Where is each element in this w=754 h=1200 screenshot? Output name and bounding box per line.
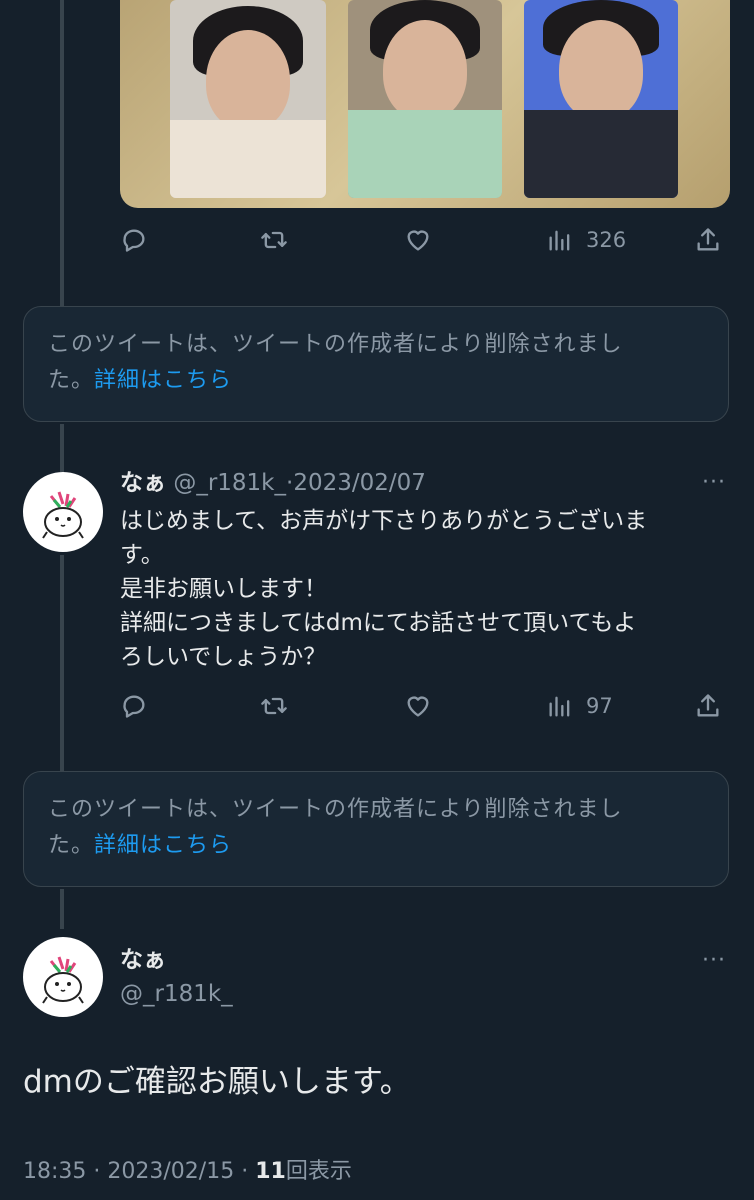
reply-icon: [123, 229, 145, 252]
share-icon: [697, 228, 719, 251]
username[interactable]: @_r181k_: [173, 470, 286, 496]
tweet-text: はじめまして、お声がけ下さりありがとうございま す。 是非お願いします！ 詳細に…: [120, 504, 730, 674]
reply-icon: [123, 695, 145, 718]
tweet-actions: 97: [120, 686, 730, 726]
display-name[interactable]: なぁ: [120, 470, 166, 496]
reply-button[interactable]: [120, 220, 148, 260]
thread-line: [60, 424, 64, 472]
retweet-icon: [261, 697, 287, 715]
deleted-tweet-notice: このツイートは、ツイートの作成者により削除されまし た。詳細はこちら: [23, 306, 729, 422]
tweet-header: なぁ @_r181k_·2023/02/07: [120, 466, 426, 500]
thread-line: [60, 0, 64, 306]
views-total[interactable]: 11回表示: [255, 1159, 352, 1184]
like-button[interactable]: [404, 220, 432, 260]
avatar[interactable]: [23, 937, 103, 1017]
tweet-text-line: 詳細につきましてはdmにてお話させて頂いてもよ: [120, 610, 637, 636]
tweet-text-line: 是非お願いします！: [120, 576, 327, 602]
views-count: 97: [586, 694, 613, 718]
views-count: 11: [255, 1159, 286, 1184]
main-tweet-text: dmのご確認お願いします。: [23, 1064, 411, 1100]
separator: ·: [241, 1159, 249, 1184]
share-icon: [697, 694, 719, 717]
thread-line: [60, 555, 64, 771]
tweet-text-line: す。: [120, 542, 164, 568]
deleted-notice-text: このツイートは、ツイートの作成者により削除されまし: [48, 332, 623, 357]
deleted-tweet-notice: このツイートは、ツイートの作成者により削除されまし た。詳細はこちら: [23, 771, 729, 887]
tweet-meta: 18:35 · 2023/02/15 · 11回表示: [23, 1156, 352, 1188]
hamster-avatar-icon: [42, 956, 84, 1004]
tweet-actions: 326: [120, 220, 730, 260]
separator: ·: [93, 1159, 101, 1184]
avatar[interactable]: [23, 472, 103, 552]
learn-more-link[interactable]: 詳細はこちら: [94, 833, 232, 858]
reply-button[interactable]: [120, 686, 148, 726]
display-name[interactable]: なぁ: [120, 944, 166, 976]
views-button[interactable]: 326: [546, 220, 626, 260]
retweet-button[interactable]: [260, 220, 288, 260]
tweet-text-line: ろしいでしょうか？: [120, 644, 327, 670]
like-icon: [407, 696, 429, 717]
retweet-button[interactable]: [260, 686, 288, 726]
photocard-2: [348, 0, 502, 198]
views-icon: [549, 230, 570, 251]
photocard-1: [170, 0, 326, 198]
tweet-date[interactable]: 2023/02/07: [293, 470, 426, 496]
photocard-3: [524, 0, 678, 198]
deleted-notice-text: このツイートは、ツイートの作成者により削除されまし: [48, 797, 623, 822]
views-count: 326: [586, 228, 627, 252]
like-button[interactable]: [404, 686, 432, 726]
retweet-icon: [261, 231, 287, 249]
deleted-notice-text-end: た。: [48, 368, 95, 393]
more-icon[interactable]: ···: [702, 470, 726, 495]
tweet-time: 18:35: [23, 1159, 87, 1184]
learn-more-link[interactable]: 詳細はこちら: [94, 368, 232, 393]
deleted-notice-text-end: た。: [48, 833, 95, 858]
like-icon: [407, 230, 429, 251]
views-icon: [549, 696, 570, 717]
views-label: 回表示: [285, 1159, 352, 1184]
more-icon[interactable]: ···: [702, 948, 726, 973]
username[interactable]: @_r181k_: [120, 978, 233, 1010]
share-button[interactable]: [694, 220, 722, 260]
tweet-text-line: はじめまして、お声がけ下さりありがとうございま: [120, 508, 648, 534]
share-button[interactable]: [694, 686, 722, 726]
hamster-avatar-icon: [42, 491, 84, 539]
thread-line: [60, 889, 64, 929]
tweet-image[interactable]: [120, 0, 730, 208]
views-button[interactable]: 97: [546, 686, 613, 726]
tweet-date: 2023/02/15: [107, 1159, 235, 1184]
